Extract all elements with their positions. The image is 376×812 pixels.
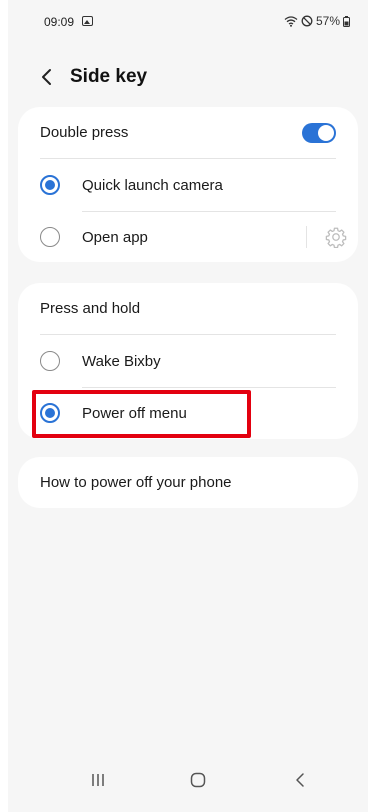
recent-apps-button[interactable] [86,768,110,792]
page-title: Side key [70,66,148,87]
nav-back-button[interactable] [288,768,312,792]
battery-percent: 57% [315,14,340,28]
option-label: Power off menu [82,405,187,422]
status-bar: 09:09 57% [8,0,368,40]
do-not-disturb-icon [301,15,313,27]
status-indicators: 57% [284,14,350,28]
open-app-settings-button[interactable] [324,225,348,249]
double-press-label: Double press [40,124,129,141]
radio-quick-launch-camera[interactable] [40,175,60,195]
radio-power-off-menu[interactable] [40,403,60,423]
option-power-off-menu[interactable]: Power off menu [18,387,358,439]
battery-icon [343,15,350,27]
option-label: Wake Bixby [82,353,161,370]
press-and-hold-card: Press and hold Wake Bixby Power off menu [18,283,358,439]
nav-back-icon [296,773,304,787]
wifi-icon [284,15,298,27]
option-open-app[interactable]: Open app [18,211,358,263]
screen: 09:09 57% Side key Double press Quick la… [8,0,368,812]
press-and-hold-label: Press and hold [40,300,141,317]
vertical-divider [306,226,307,248]
home-button[interactable] [186,768,210,792]
option-label: Open app [82,229,148,246]
back-button[interactable] [34,64,60,90]
option-wake-bixby[interactable]: Wake Bixby [18,335,358,387]
gear-icon [325,227,347,248]
navigation-bar [8,750,368,810]
double-press-card: Double press Quick launch camera Open ap… [18,107,358,262]
status-time: 09:09 [44,15,75,29]
double-press-row[interactable]: Double press [18,107,358,159]
radio-open-app[interactable] [40,227,60,247]
home-icon [190,772,206,788]
help-card[interactable]: How to power off your phone [18,457,358,508]
image-notification-icon [82,16,93,26]
double-press-toggle[interactable] [302,123,336,143]
recent-apps-icon [92,774,104,786]
radio-wake-bixby[interactable] [40,351,60,371]
option-quick-launch-camera[interactable]: Quick launch camera [18,159,358,211]
option-label: Quick launch camera [82,177,223,194]
back-arrow-icon [42,69,51,85]
help-link[interactable]: How to power off your phone [40,474,232,491]
